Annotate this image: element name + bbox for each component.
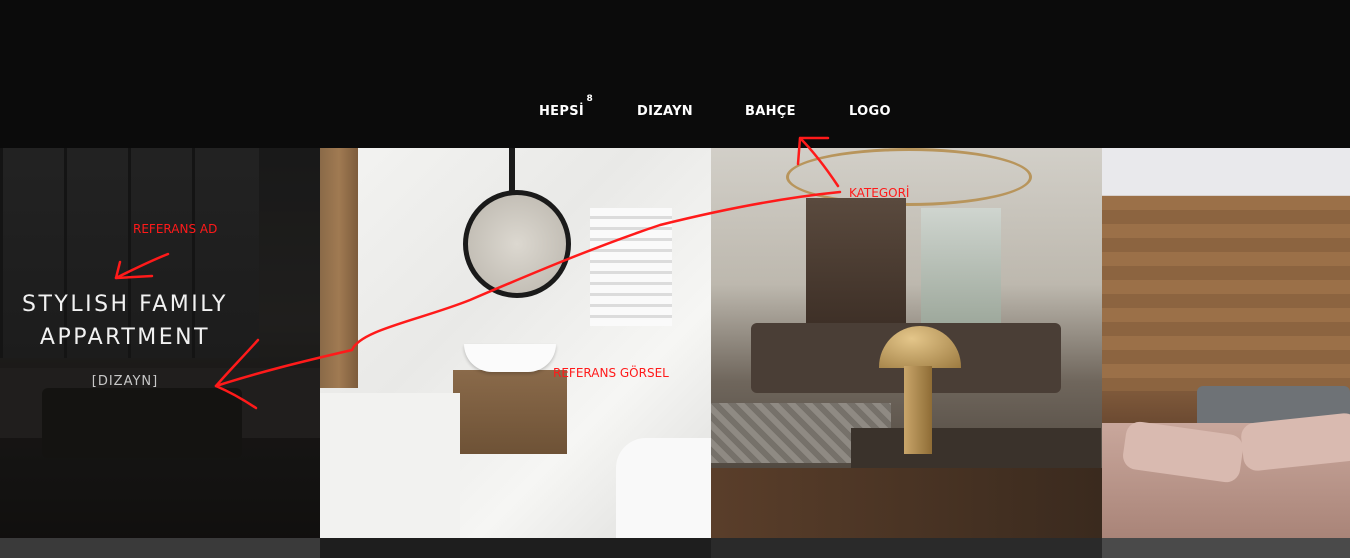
annotation-referans-gorsel: REFERANS GÖRSEL bbox=[553, 366, 669, 380]
annotation-referans-ad: REFERANS AD bbox=[133, 222, 218, 236]
arrow-referans-gorsel bbox=[214, 190, 842, 388]
arrow-kategori-label bbox=[214, 338, 260, 410]
arrow-kategori bbox=[796, 136, 840, 188]
annotation-strokes bbox=[114, 136, 842, 410]
annotation-kategori: KATEGORİ bbox=[849, 186, 910, 200]
arrow-referans-ad bbox=[114, 252, 170, 280]
